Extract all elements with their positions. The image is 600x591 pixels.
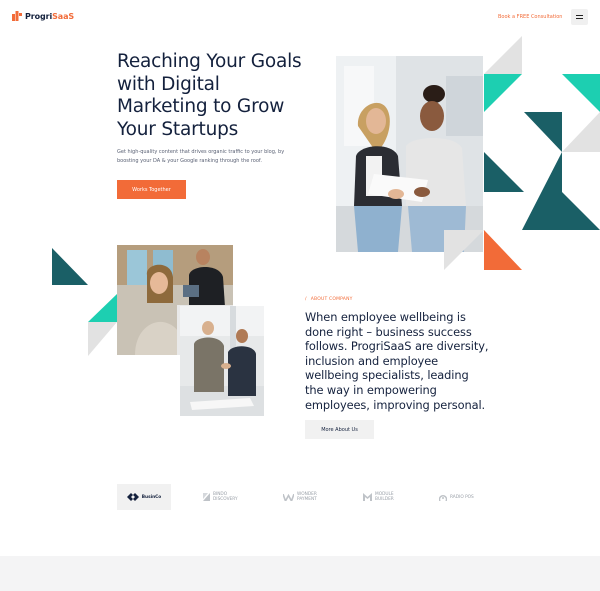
logo[interactable]: ProgriSaaS	[12, 11, 74, 21]
logo-icon	[12, 11, 22, 21]
works-together-button[interactable]: Works Together	[117, 180, 186, 199]
partner-logos: BusinCo BINDO DISCOVERY WONDER PAYMENT M…	[117, 484, 487, 510]
eyebrow-slash: /	[305, 297, 307, 302]
footer-band	[0, 556, 600, 591]
module-logo-icon	[363, 493, 372, 501]
hamburger-menu-icon	[576, 15, 583, 16]
partner-name: BINDO DISCOVERY	[213, 492, 238, 502]
partner-radio[interactable]: RADIO POS	[439, 484, 479, 510]
partner-businco[interactable]: BusinCo	[117, 484, 171, 510]
partner-name: MODULE BUILDER	[375, 492, 394, 502]
more-about-us-button[interactable]: More About Us	[305, 420, 374, 439]
business-handshake-illustration	[180, 306, 264, 416]
about-eyebrow: / ABOUT COMPANY	[305, 297, 353, 302]
hero-subtitle: Get high-quality content that drives org…	[117, 149, 285, 164]
wonder-logo-icon	[283, 493, 294, 501]
hero-title: Reaching Your Goals with Digital Marketi…	[117, 51, 302, 140]
radio-logo-icon	[439, 494, 447, 501]
hamburger-line	[576, 18, 583, 19]
partner-wonder[interactable]: WONDER PAYMENT	[283, 484, 333, 510]
businco-logo-icon	[126, 493, 139, 501]
logo-text: ProgriSaaS	[25, 11, 75, 21]
bindo-logo-icon	[203, 493, 210, 501]
eyebrow-label: ABOUT COMPANY	[310, 297, 353, 302]
about-text: When employee wellbeing is done right – …	[305, 310, 489, 412]
partner-module[interactable]: MODULE BUILDER	[363, 484, 409, 510]
partner-name: RADIO POS	[450, 494, 474, 500]
about-geometric-decoration	[52, 248, 117, 356]
partner-name: BusinCo	[141, 494, 162, 500]
partner-bindo[interactable]: BINDO DISCOVERY	[203, 484, 253, 510]
partner-name: WONDER PAYMENT	[297, 492, 317, 502]
book-consultation-link[interactable]: Book a FREE Consultation	[498, 14, 562, 20]
hero-geometric-decoration	[444, 36, 600, 270]
business-handshake-photo	[180, 306, 264, 416]
menu-button[interactable]	[571, 9, 588, 25]
site-header: ProgriSaaS Book a FREE Consultation	[0, 0, 600, 34]
